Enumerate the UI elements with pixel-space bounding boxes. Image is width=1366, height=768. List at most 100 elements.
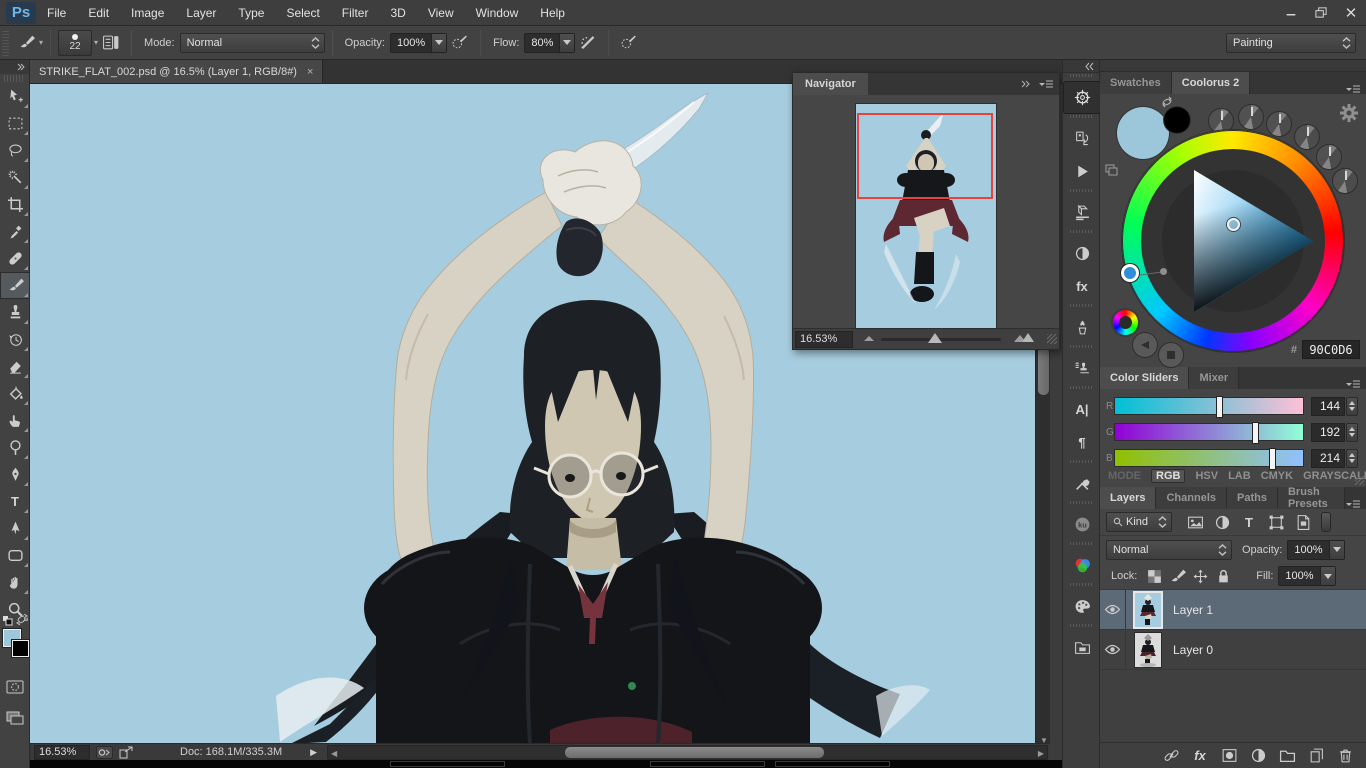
clone-source-panel-icon[interactable] [1063,352,1101,385]
layer-opacity-combo[interactable]: 100% [1287,540,1344,560]
move-tool[interactable] [0,83,30,110]
close-window-icon[interactable] [1336,2,1366,24]
healing-brush-tool[interactable] [0,245,30,272]
paragraph-panel-icon[interactable]: ¶ [1063,426,1101,459]
tab-coolorus-2[interactable]: Coolorus 2 [1172,72,1250,94]
tool-presets-panel-icon[interactable] [1063,311,1101,344]
smudge-tool[interactable] [0,407,30,434]
layer-visibility-icon[interactable] [1100,630,1126,670]
document-tab[interactable]: STRIKE_FLAT_002.psd @ 16.5% (Layer 1, RG… [30,60,323,83]
brush-tool[interactable] [0,272,30,299]
tool-preset-picker[interactable] [13,31,39,55]
actions-panel-icon[interactable] [1063,155,1101,188]
smart-object-filter-icon[interactable] [1291,512,1315,532]
shape-filter-icon[interactable] [1264,512,1288,532]
square-mode-button[interactable] [1158,342,1184,368]
lock-all-icon[interactable] [1213,566,1234,586]
marquee-tool[interactable] [0,110,30,137]
quick-mask-icon[interactable] [0,673,30,700]
zoom-out-icon[interactable] [863,334,876,342]
panel-resize-grip[interactable] [1047,334,1057,344]
layer-thumbnail[interactable] [1135,593,1161,627]
channel-slider-b[interactable] [1114,449,1304,467]
panel-menu-icon[interactable] [1345,379,1366,389]
history-brush-tool[interactable] [0,326,30,353]
layer-group-icon[interactable] [1276,746,1298,766]
menu-file[interactable]: File [36,0,77,26]
workspace-select[interactable]: Painting [1226,33,1356,53]
layer-row-layer-0[interactable]: Layer 0 [1100,630,1366,670]
lock-position-icon[interactable] [1190,566,1211,586]
3d-panel-icon[interactable] [1063,196,1101,229]
menu-select[interactable]: Select [275,0,330,26]
channel-slider-thumb[interactable] [1252,422,1259,444]
zoom-slider-thumb[interactable] [928,333,942,343]
panel-menu-icon[interactable] [1345,84,1366,94]
opacity-pressure-icon[interactable] [447,31,473,55]
channel-slider-thumb[interactable] [1269,448,1276,470]
paint-bucket-tool[interactable] [0,380,30,407]
screen-mode-icon[interactable] [0,704,30,731]
menu-window[interactable]: Window [465,0,530,26]
layer-blend-mode-select[interactable]: Normal [1106,540,1232,560]
tab-layers[interactable]: Layers [1100,487,1156,509]
layer-visibility-icon[interactable] [1100,590,1126,630]
dodge-tool[interactable] [0,434,30,461]
library-panel-icon[interactable] [1063,631,1101,664]
hue-marker[interactable] [1121,264,1139,282]
character-panel-icon[interactable]: A| [1063,393,1101,426]
navigator-panel-icon[interactable] [1063,81,1101,114]
hand-tool[interactable] [0,569,30,596]
tab-channels[interactable]: Channels [1156,487,1227,509]
saturation-marker[interactable] [1227,218,1240,231]
crop-tool[interactable] [0,191,30,218]
layer-fill-combo[interactable]: 100% [1278,566,1335,586]
coolorus-settings-icon[interactable] [1338,102,1360,124]
collapse-panel-icon[interactable] [1020,79,1032,89]
channel-value-b[interactable]: 214 [1311,449,1345,468]
scroll-left-icon[interactable]: ◀ [331,749,337,758]
navigator-proxy-rect[interactable] [857,113,993,199]
zoom-in-icon[interactable] [1013,332,1035,343]
status-zoom-field[interactable]: 16.53% [34,745,90,760]
shape-tool[interactable] [0,542,30,569]
adjustments-panel-icon[interactable] [1063,237,1101,270]
opacity-combo[interactable]: 100% [390,33,447,53]
navigator-preview[interactable] [793,95,1059,329]
horizontal-scrollbar[interactable]: ◀ ▶ [327,745,1048,760]
sync-settings-icon[interactable] [96,746,113,759]
navigator-zoom-slider[interactable] [859,329,1041,349]
dock-collapse-icon[interactable] [1063,60,1099,73]
layer-filter-toggle[interactable] [1321,512,1331,532]
scroll-right-icon[interactable]: ▶ [1038,749,1044,758]
navigator-zoom-field[interactable]: 16.53% [795,331,853,348]
panel-menu-icon[interactable] [1038,79,1054,89]
lasso-tool[interactable] [0,137,30,164]
layer-name[interactable]: Layer 0 [1173,643,1213,657]
type-filter-icon[interactable]: T [1237,512,1261,532]
channel-stepper[interactable] [1346,423,1358,442]
tab-paths[interactable]: Paths [1227,487,1278,509]
filter-kind-select[interactable]: Kind [1106,512,1172,532]
triangle-mode-button[interactable] [1132,332,1158,358]
minimize-window-icon[interactable] [1276,2,1306,24]
magic-wand-tool[interactable] [0,164,30,191]
clone-stamp-tool[interactable] [0,299,30,326]
navigator-tab[interactable]: Navigator [793,73,868,95]
share-icon[interactable] [119,746,134,759]
layer-style-icon[interactable]: fx [1189,746,1211,766]
delete-layer-icon[interactable] [1334,746,1356,766]
channel-stepper[interactable] [1346,397,1358,416]
tools-panel-icon[interactable] [1063,467,1101,500]
default-colors-icon[interactable] [2,615,13,626]
tab-brush-presets[interactable]: Brush Presets [1278,487,1345,509]
tab-color-sliders[interactable]: Color Sliders [1100,367,1189,389]
color-mode-hsv[interactable]: HSV [1195,470,1218,482]
wheel-mode-icon[interactable] [1113,310,1138,335]
coolorus-swap-icon[interactable] [1160,96,1174,108]
menu-help[interactable]: Help [529,0,576,26]
horizontal-scroll-thumb[interactable] [565,747,824,758]
channel-slider-r[interactable] [1114,397,1304,415]
channel-value-r[interactable]: 144 [1311,397,1345,416]
hex-value-field[interactable]: 90C0D6 [1302,340,1360,359]
